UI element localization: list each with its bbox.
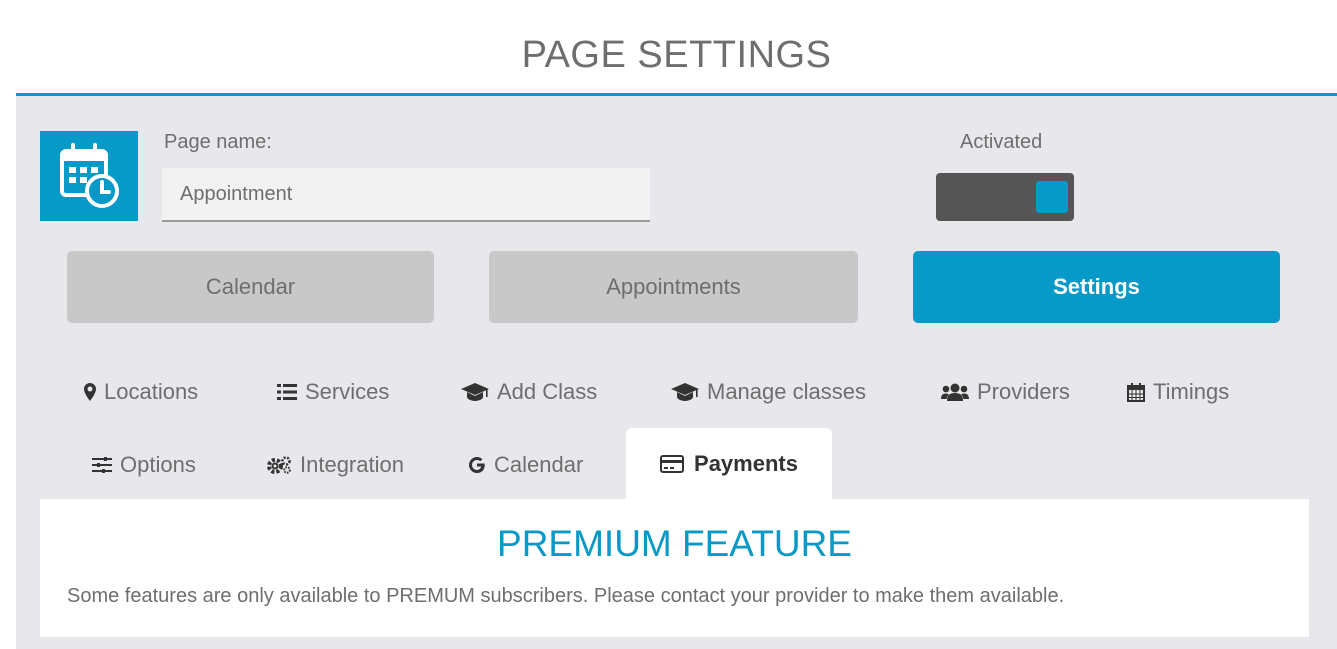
appointments-button[interactable]: Appointments (489, 251, 858, 323)
tab-locations[interactable]: Locations (84, 379, 198, 405)
tab-manage-classes[interactable]: Manage classes (671, 379, 866, 405)
tab-label: Services (305, 379, 390, 404)
premium-message: Some features are only available to PREM… (67, 585, 1065, 607)
tab-google-calendar[interactable]: Calendar (468, 452, 583, 478)
premium-panel: PREMIUM FEATURE Some features are only a… (40, 499, 1309, 637)
tab-label: Manage classes (707, 379, 866, 404)
users-icon (941, 383, 969, 401)
tab-add-class[interactable]: Add Class (461, 379, 597, 405)
tab-providers[interactable]: Providers (941, 379, 1070, 405)
tab-options[interactable]: Options (92, 452, 196, 478)
premium-title: PREMIUM FEATURE (497, 523, 852, 564)
page-name-label: Page name: (164, 131, 272, 153)
header: PAGE SETTINGS (16, 10, 1337, 96)
activated-toggle[interactable] (936, 173, 1074, 221)
tab-label: Timings (1153, 379, 1230, 404)
tab-timings[interactable]: Timings (1127, 379, 1229, 405)
cogs-icon (267, 456, 291, 474)
tab-services[interactable]: Services (277, 379, 389, 405)
calendar-button[interactable]: Calendar (67, 251, 434, 323)
sliders-icon (92, 457, 112, 473)
tab-label: Integration (300, 452, 404, 477)
google-icon (469, 457, 485, 473)
credit-card-icon (660, 454, 685, 473)
page-name-input[interactable] (162, 168, 650, 222)
tab-label: Locations (104, 379, 199, 404)
page-title: PAGE SETTINGS (521, 34, 832, 76)
toggle-knob (1036, 181, 1068, 213)
settings-button[interactable]: Settings (913, 251, 1280, 323)
calendar-clock-icon (40, 131, 138, 221)
tab-label: Payments (694, 450, 798, 476)
map-marker-icon (84, 383, 96, 401)
list-icon (277, 384, 297, 400)
tab-label: Add Class (497, 379, 598, 404)
tab-label: Providers (977, 379, 1070, 404)
tab-label: Calendar (494, 452, 584, 477)
calendar-icon (1127, 382, 1145, 402)
page-settings-frame: PAGE SETTINGS Page name: Activated Calen… (16, 10, 1337, 649)
tab-integration[interactable]: Integration (266, 452, 404, 478)
tab-payments[interactable]: Payments (626, 428, 832, 499)
tab-label: Options (120, 452, 196, 477)
graduation-cap-icon (461, 383, 489, 401)
graduation-cap-icon (671, 383, 699, 401)
activated-label: Activated (960, 131, 1043, 153)
